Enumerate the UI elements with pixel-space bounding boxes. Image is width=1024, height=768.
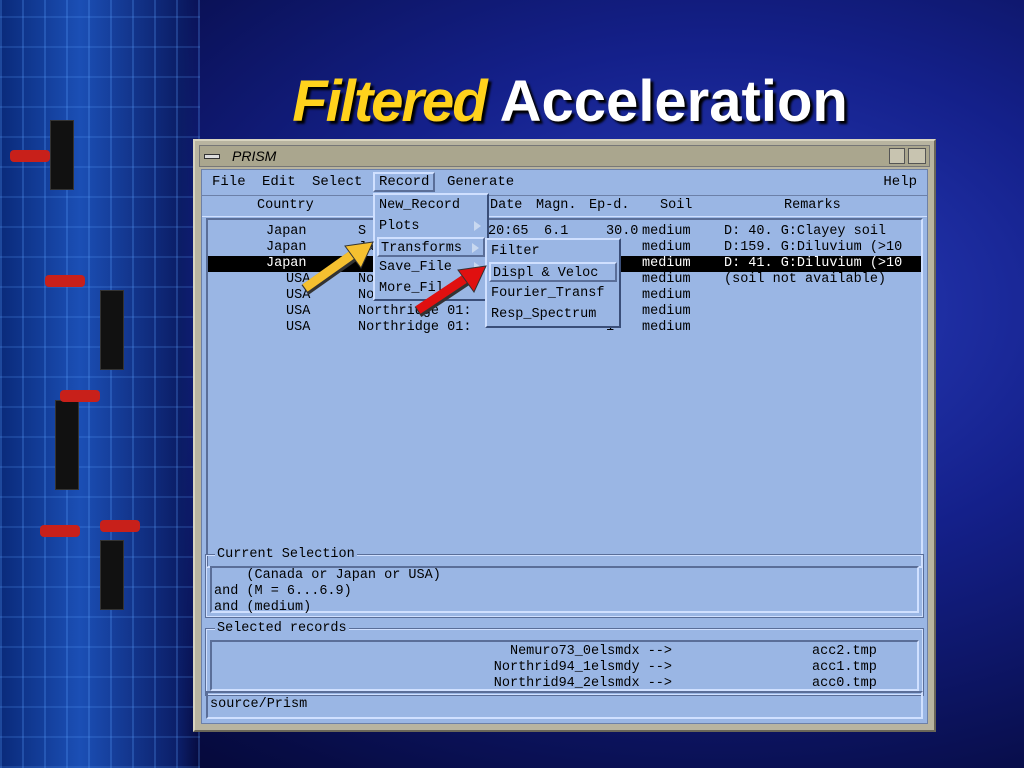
- cell-soil: medium: [642, 320, 691, 335]
- chip-decoration: [100, 290, 124, 370]
- selected-records-box: Nemuro73_0elsmdx --> acc2.tmp Northrid94_1…: [210, 640, 919, 691]
- header-magn[interactable]: Magn.: [536, 198, 577, 213]
- resistor-decoration: [100, 520, 140, 532]
- selected-records-label: Selected records: [215, 621, 349, 636]
- status-bar: source/Prism: [206, 691, 923, 719]
- menu-select[interactable]: Select: [312, 174, 362, 190]
- header-epd[interactable]: Ep-d.: [589, 198, 630, 213]
- cell-soil: medium: [642, 224, 691, 239]
- status-text: source/Prism: [210, 697, 308, 712]
- header-soil[interactable]: Soil: [660, 198, 692, 213]
- red-arrow-icon: [414, 265, 487, 317]
- cell-country: Japan: [266, 224, 307, 239]
- resistor-decoration: [10, 150, 50, 162]
- prism-window: PRISM File Edit Select Record Generate H…: [193, 139, 936, 732]
- menu-file[interactable]: File: [212, 174, 246, 190]
- selection-line: and (medium): [214, 600, 312, 615]
- cell-remarks: D:159. G:Diluvium (>10: [724, 240, 903, 255]
- cell-soil: medium: [642, 288, 691, 303]
- menu-item-filter[interactable]: Filter: [489, 242, 617, 262]
- yellow-arrow-icon: [301, 241, 374, 295]
- menu-item-new-record[interactable]: New_Record: [377, 196, 485, 216]
- window-menu-button[interactable]: [203, 148, 221, 164]
- cell-event: Northridge 01:: [358, 320, 472, 335]
- chip-decoration: [55, 400, 79, 490]
- window-title: PRISM: [232, 148, 277, 164]
- selected-records-group: Selected records Nemuro73_0elsmdx --> acc…: [205, 621, 924, 696]
- cell-soil: medium: [642, 256, 691, 271]
- menu-generate[interactable]: Generate: [447, 174, 514, 190]
- current-selection-box: (Canada or Japan or USA) and (M = 6...6.…: [210, 566, 919, 615]
- selected-record-target: acc1.tmp: [812, 660, 877, 675]
- current-selection-group: Current Selection (Canada or Japan or US…: [205, 547, 924, 618]
- menu-item-resp-spectrum[interactable]: Resp_Spectrum: [489, 305, 617, 325]
- chip-decoration: [100, 540, 124, 610]
- resistor-decoration: [40, 525, 80, 537]
- cell-epd: 30.0: [606, 224, 639, 239]
- cell-country: USA: [286, 304, 311, 319]
- cell-remarks: (soil not available): [724, 272, 887, 287]
- cell-soil: medium: [642, 272, 691, 287]
- menu-edit[interactable]: Edit: [262, 174, 296, 190]
- selection-line: and (M = 6...6.9): [214, 584, 352, 599]
- resistor-decoration: [45, 275, 85, 287]
- cell-soil: medium: [642, 240, 691, 255]
- selected-record-target: acc2.tmp: [812, 644, 877, 659]
- menu-item-displ-veloc[interactable]: Displ & Veloc: [489, 262, 617, 282]
- menu-record[interactable]: Record: [373, 172, 436, 192]
- cell-soil: medium: [642, 304, 691, 319]
- selected-record-source: Nemuro73_0elsmdx -->: [509, 644, 672, 659]
- menu-item-plots[interactable]: Plots: [377, 217, 485, 237]
- selected-record-source: Northrid94_2elsmdx -->: [493, 676, 672, 691]
- cell-remarks: D: 40. G:Clayey soil: [724, 224, 887, 239]
- resistor-decoration: [60, 390, 100, 402]
- current-selection-label: Current Selection: [215, 547, 357, 562]
- submenu-arrow-icon: [472, 243, 479, 253]
- submenu-arrow-icon: [474, 221, 481, 231]
- slide-title: Filtered Acceleration: [0, 68, 1024, 135]
- title-highlight: Filtered: [292, 69, 487, 134]
- header-remarks[interactable]: Remarks: [784, 198, 841, 213]
- cell-date: 20:65: [488, 224, 529, 239]
- menubar: File Edit Select Record Generate Help: [202, 170, 927, 196]
- cell-country: USA: [286, 320, 311, 335]
- selected-record-source: Northrid94_1elsmdy -->: [493, 660, 672, 675]
- minimize-button[interactable]: [889, 148, 905, 164]
- menu-help[interactable]: Help: [883, 174, 917, 190]
- selected-record-target: acc0.tmp: [812, 676, 877, 691]
- menu-item-transforms[interactable]: Transforms: [377, 237, 485, 257]
- header-country[interactable]: Country: [257, 198, 314, 213]
- title-rest: Acceleration: [499, 69, 848, 134]
- maximize-button[interactable]: [908, 148, 926, 164]
- header-date[interactable]: Date: [490, 198, 522, 213]
- cell-event: S: [358, 224, 367, 239]
- cell-remarks: D: 41. G:Diluvium (>10: [724, 256, 903, 271]
- selection-line: (Canada or Japan or USA): [214, 568, 441, 583]
- transforms-submenu: Filter Displ & Veloc Fourier_Transf Resp…: [485, 238, 621, 328]
- cell-magn: 6.1: [544, 224, 569, 239]
- menu-item-fourier-transf[interactable]: Fourier_Transf: [489, 284, 617, 304]
- title-bar[interactable]: PRISM: [199, 145, 930, 167]
- table-header: Country Date Magn. Ep-d. Soil Remarks: [202, 197, 927, 217]
